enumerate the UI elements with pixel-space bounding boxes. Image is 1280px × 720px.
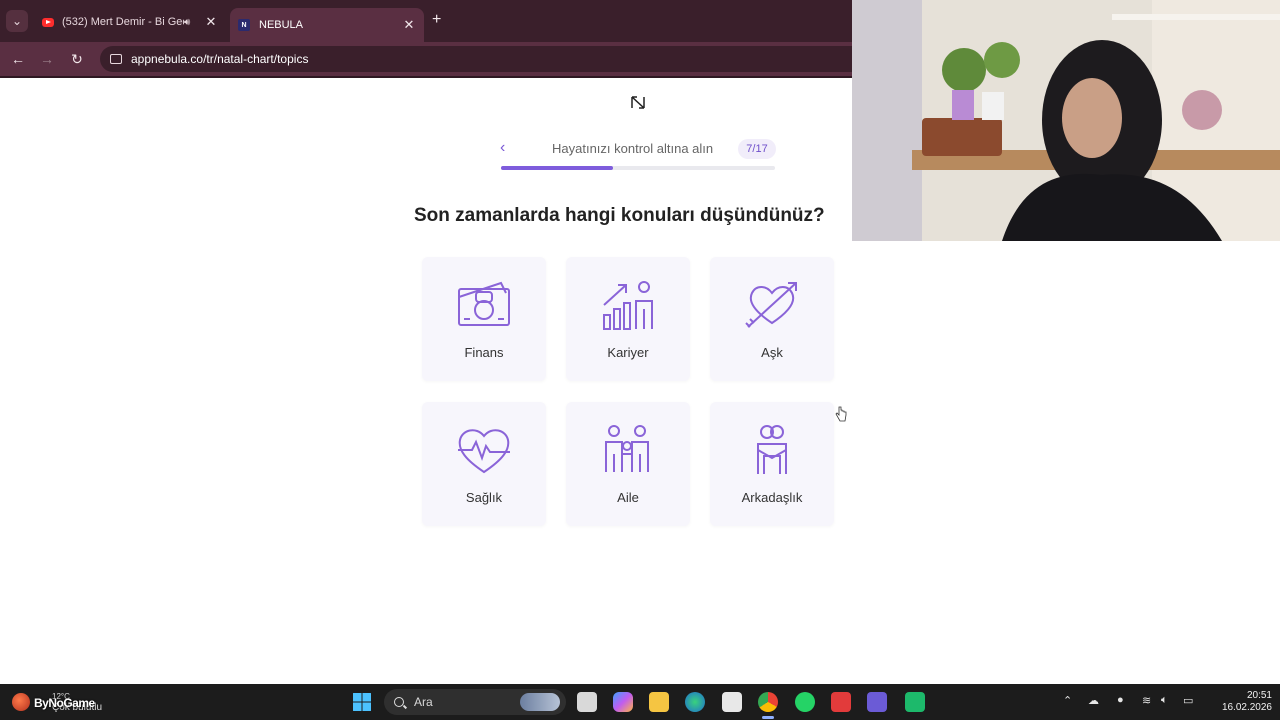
tab-title: (532) Mert Demir - Bi Gece: [62, 16, 184, 28]
windows-taskbar: 12°C Çok bulutlu ByNoGame Ara ⌃ ☁ ● ≋ 🔈︎…: [0, 684, 1280, 720]
tray-chevron-icon[interactable]: ⌃: [1063, 694, 1072, 707]
taskbar-search[interactable]: Ara: [384, 689, 566, 715]
tab-search-button[interactable]: ⌄: [6, 10, 28, 32]
microsoft-store-icon[interactable]: [722, 692, 742, 712]
cloud-icon[interactable]: ☁: [1088, 694, 1099, 707]
wifi-icon[interactable]: ≋: [1142, 694, 1151, 707]
topic-card-finans[interactable]: Finans: [422, 257, 546, 381]
chat-app-icon[interactable]: [905, 692, 925, 712]
system-clock[interactable]: 20:51 16.02.2026: [1212, 690, 1272, 714]
topic-card-aile[interactable]: Aile: [566, 402, 690, 526]
heartbeat-icon: [458, 429, 510, 474]
topic-label: Aile: [617, 490, 639, 505]
step-title: Hayatınızı kontrol altına alın: [552, 141, 714, 156]
volume-icon[interactable]: 🔈︎: [1161, 694, 1168, 707]
question-heading: Son zamanlarda hangi konuları düşündünüz…: [414, 205, 825, 226]
friends-icon: [757, 425, 787, 474]
app-red-icon[interactable]: [831, 692, 851, 712]
topic-card-arkadaslik[interactable]: Arkadaşlık: [710, 402, 834, 526]
tab-nebula[interactable]: N NEBULA ✕: [230, 8, 424, 42]
youtube-icon: [42, 17, 54, 27]
family-icon: [605, 425, 649, 472]
back-arrow-icon[interactable]: ←: [9, 50, 27, 68]
site-settings-icon[interactable]: [110, 54, 122, 64]
windows-start-icon[interactable]: [352, 692, 372, 712]
weather-icon: [12, 693, 30, 711]
career-growth-icon: [603, 281, 653, 330]
money-icon: [458, 281, 510, 326]
microphone-icon[interactable]: ●: [1117, 694, 1124, 706]
url-field[interactable]: appnebula.co/tr/natal-chart/topics: [100, 46, 852, 72]
task-view-icon[interactable]: [577, 692, 597, 712]
tab-title: NEBULA: [259, 19, 304, 31]
teams-icon[interactable]: [867, 692, 887, 712]
topic-label: Finans: [464, 345, 504, 360]
nebula-logo-icon: [631, 96, 645, 109]
copilot-icon[interactable]: [613, 692, 633, 712]
progress-bar: [501, 166, 775, 170]
toolbar-divider: [0, 76, 852, 78]
topic-card-kariyer[interactable]: Kariyer: [566, 257, 690, 381]
new-tab-icon[interactable]: +: [432, 11, 441, 29]
weather-widget[interactable]: 12°C Çok bulutlu ByNoGame: [10, 690, 110, 714]
nebula-icon: N: [238, 19, 250, 31]
topic-label: Kariyer: [607, 345, 649, 360]
forward-arrow-icon[interactable]: →: [38, 50, 56, 68]
search-highlight-image: [520, 693, 560, 711]
topic-card-ask[interactable]: Aşk: [710, 257, 834, 381]
brand-watermark: ByNoGame: [34, 696, 95, 710]
topic-label: Arkadaşlık: [741, 490, 803, 505]
webcam-overlay: [852, 0, 1280, 241]
step-counter-badge: 7/17: [738, 139, 776, 159]
reload-icon[interactable]: ↻: [68, 50, 86, 68]
heart-arrow-icon: [745, 282, 797, 328]
edge-browser-icon[interactable]: [685, 692, 705, 712]
close-tab-icon[interactable]: ✕: [402, 17, 416, 33]
battery-icon[interactable]: ▭: [1183, 694, 1193, 707]
whatsapp-icon[interactable]: [795, 692, 815, 712]
address-bar: ← → ↻ appnebula.co/tr/natal-chart/topics: [0, 42, 852, 76]
back-chevron-icon[interactable]: ‹: [500, 139, 514, 157]
progress-fill: [501, 166, 614, 170]
chrome-icon[interactable]: [758, 692, 778, 712]
topic-label: Aşk: [761, 345, 783, 360]
file-explorer-icon[interactable]: [649, 692, 669, 712]
search-icon: [394, 697, 404, 707]
search-placeholder: Ara: [414, 695, 433, 709]
url-text: appnebula.co/tr/natal-chart/topics: [131, 52, 309, 66]
clock-time: 20:51: [1246, 690, 1272, 701]
active-app-indicator: [762, 716, 774, 719]
tab-youtube[interactable]: (532) Mert Demir - Bi Gece 🔊︎ ✕: [34, 8, 226, 36]
hand-cursor-icon: [835, 406, 847, 422]
speaker-icon[interactable]: 🔊︎: [184, 17, 198, 28]
close-tab-icon[interactable]: ✕: [204, 14, 218, 30]
topic-card-saglik[interactable]: Sağlık: [422, 402, 546, 526]
topic-label: Sağlık: [465, 490, 503, 505]
clock-date: 16.02.2026: [1221, 702, 1272, 713]
